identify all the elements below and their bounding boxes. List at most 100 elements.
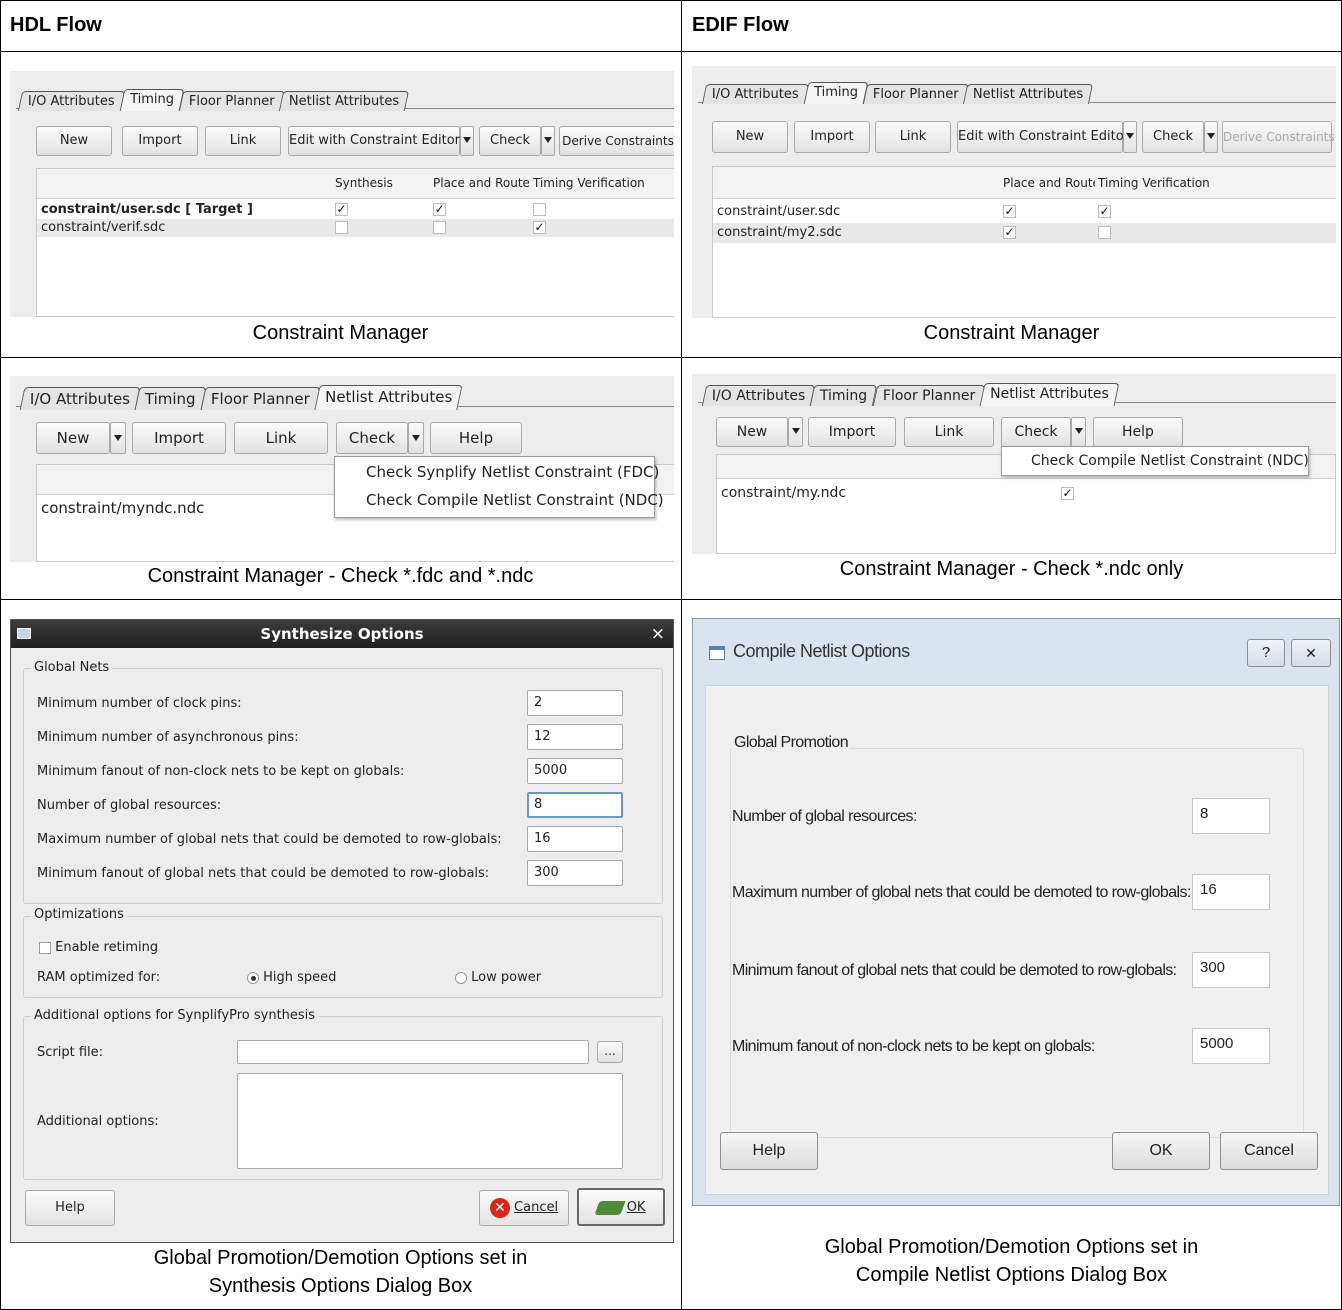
window-icon bbox=[17, 628, 31, 639]
place-route-checkbox[interactable]: ✓ bbox=[1003, 205, 1016, 218]
check-button[interactable]: Check bbox=[336, 422, 408, 454]
enable-retiming-checkbox[interactable]: Enable retiming bbox=[39, 940, 158, 955]
help-icon[interactable]: ? bbox=[1247, 639, 1285, 667]
tab-io-attributes[interactable]: I/O Attributes bbox=[701, 84, 809, 104]
new-button[interactable]: New bbox=[36, 126, 112, 156]
menu-item-check-ndc[interactable]: Check Compile Netlist Constraint (NDC) bbox=[1031, 453, 1309, 469]
check-button[interactable]: Check bbox=[1142, 121, 1204, 153]
edit-dropdown-toggle[interactable] bbox=[460, 126, 474, 156]
place-route-checkbox[interactable] bbox=[433, 221, 446, 234]
derive-constraints-button[interactable]: Derive Constraints bbox=[559, 126, 674, 156]
table-row-file[interactable]: constraint/myndc.ndc bbox=[41, 499, 204, 517]
min-async-pins-input[interactable]: 12 bbox=[527, 724, 623, 750]
additional-options-textarea[interactable] bbox=[237, 1073, 623, 1169]
place-route-checkbox[interactable]: ✓ bbox=[433, 203, 446, 216]
menu-item-check-fdc[interactable]: Check Synplify Netlist Constraint (FDC) bbox=[366, 463, 659, 481]
table-row-file[interactable]: constraint/my2.sdc bbox=[717, 225, 842, 240]
tab-io-attributes[interactable]: I/O Attributes bbox=[701, 385, 816, 406]
min-clock-pins-input[interactable]: 2 bbox=[527, 690, 623, 716]
browse-button[interactable]: ... bbox=[597, 1041, 623, 1063]
num-global-resources-input[interactable]: 8 bbox=[527, 792, 623, 818]
table-row-file[interactable]: constraint/my.ndc bbox=[721, 485, 846, 501]
timing-verif-checkbox[interactable]: ✓ bbox=[533, 221, 546, 234]
min-fanout-nonclock-input[interactable]: 5000 bbox=[527, 758, 623, 784]
cancel-icon: ✕ bbox=[489, 1197, 510, 1218]
import-button[interactable]: Import bbox=[808, 417, 896, 447]
synthesis-checkbox[interactable] bbox=[335, 221, 348, 234]
new-dropdown-toggle[interactable] bbox=[788, 417, 803, 447]
low-power-radio[interactable]: Low power bbox=[455, 970, 541, 985]
timing-verif-checkbox[interactable] bbox=[533, 203, 546, 216]
check-button[interactable]: Check bbox=[1001, 417, 1071, 447]
min-fanout-demoted-input[interactable]: 300 bbox=[1192, 952, 1270, 988]
close-icon[interactable]: × bbox=[651, 620, 665, 648]
timing-verif-checkbox[interactable]: ✓ bbox=[1098, 205, 1111, 218]
optimizations-legend: Optimizations bbox=[31, 907, 127, 922]
min-fanout-demoted-input[interactable]: 300 bbox=[527, 860, 623, 886]
tab-timing[interactable]: Timing bbox=[119, 89, 185, 111]
cancel-button[interactable]: Cancel bbox=[1220, 1132, 1318, 1170]
timing-verif-checkbox[interactable] bbox=[1098, 226, 1111, 239]
tab-netlist-attributes[interactable]: Netlist Attributes bbox=[963, 84, 1094, 104]
new-dropdown-toggle[interactable] bbox=[110, 422, 126, 454]
tab-netlist-attributes[interactable]: Netlist Attributes bbox=[314, 385, 463, 410]
ok-button[interactable]: OK bbox=[577, 1188, 665, 1226]
tab-label: Floor Planner bbox=[188, 94, 275, 109]
link-button[interactable]: Link bbox=[875, 121, 951, 153]
import-button[interactable]: Import bbox=[794, 121, 870, 153]
table-row-file[interactable]: constraint/user.sdc bbox=[717, 204, 840, 219]
tab-label: Floor Planner bbox=[872, 87, 959, 102]
check-dropdown-toggle[interactable] bbox=[541, 126, 555, 156]
ok-button[interactable]: OK bbox=[1112, 1132, 1210, 1170]
edit-constraint-editor-button[interactable]: Edit with Constraint Editor bbox=[288, 126, 460, 156]
edit-dropdown-toggle[interactable] bbox=[1123, 121, 1137, 153]
menu-item-check-ndc[interactable]: Check Compile Netlist Constraint (NDC) bbox=[366, 491, 664, 509]
tab-io-attributes[interactable]: I/O Attributes bbox=[17, 91, 125, 111]
edit-constraint-editor-button[interactable]: Edit with Constraint Editor bbox=[957, 121, 1129, 153]
cancel-button[interactable]: ✕ Cancel bbox=[479, 1190, 569, 1226]
tab-timing[interactable]: Timing bbox=[134, 387, 207, 410]
link-button[interactable]: Link bbox=[205, 126, 281, 156]
tab-io-attributes[interactable]: I/O Attributes bbox=[19, 387, 141, 410]
table-row-file[interactable]: constraint/verif.sdc bbox=[41, 220, 165, 235]
column-place-route: Place and Route bbox=[433, 176, 529, 190]
min-fanout-nonclock-input[interactable]: 5000 bbox=[1192, 1028, 1270, 1064]
synthesis-checkbox[interactable]: ✓ bbox=[335, 203, 348, 216]
tab-timing[interactable]: Timing bbox=[803, 82, 869, 104]
tab-floor-planner[interactable]: Floor Planner bbox=[862, 84, 969, 104]
check-dropdown-toggle[interactable] bbox=[1204, 121, 1218, 153]
check-button[interactable]: Check bbox=[479, 126, 541, 156]
tab-timing[interactable]: Timing bbox=[810, 385, 878, 406]
tab-netlist-attributes[interactable]: Netlist Attributes bbox=[279, 91, 410, 111]
new-button[interactable]: New bbox=[36, 422, 110, 454]
tab-floor-planner[interactable]: Floor Planner bbox=[178, 91, 285, 111]
tab-netlist-attributes[interactable]: Netlist Attributes bbox=[979, 383, 1120, 406]
place-route-checkbox[interactable]: ✓ bbox=[1003, 226, 1016, 239]
tab-floor-planner[interactable]: Floor Planner bbox=[872, 385, 986, 406]
import-button[interactable]: Import bbox=[122, 126, 198, 156]
check-dropdown-toggle[interactable] bbox=[1071, 417, 1086, 447]
table-header: Place and Route Timing Verification bbox=[713, 167, 1336, 199]
new-button[interactable]: New bbox=[716, 417, 788, 447]
help-button[interactable]: Help bbox=[720, 1132, 818, 1170]
check-dropdown-toggle[interactable] bbox=[408, 422, 424, 454]
netlist-edif-screenshot: I/O Attributes Timing Floor Planner Netl… bbox=[692, 374, 1336, 554]
help-button[interactable]: Help bbox=[25, 1190, 115, 1226]
ndc-checkbox[interactable]: ✓ bbox=[1061, 487, 1074, 500]
new-button[interactable]: New bbox=[712, 121, 788, 153]
help-button[interactable]: Help bbox=[430, 422, 522, 454]
help-button[interactable]: Help bbox=[1093, 417, 1183, 447]
link-button[interactable]: Link bbox=[904, 417, 994, 447]
script-file-input[interactable] bbox=[237, 1040, 589, 1064]
num-global-resources-input[interactable]: 8 bbox=[1192, 798, 1270, 834]
max-demoted-nets-input[interactable]: 16 bbox=[1192, 874, 1270, 910]
tab-floor-planner[interactable]: Floor Planner bbox=[200, 387, 321, 410]
max-demoted-nets-input[interactable]: 16 bbox=[527, 826, 623, 852]
table-row-file[interactable]: constraint/user.sdc [ Target ] bbox=[41, 202, 253, 217]
tab-label: Timing bbox=[813, 85, 858, 100]
link-button[interactable]: Link bbox=[234, 422, 328, 454]
derive-constraints-button[interactable]: Derive Constraints bbox=[1222, 121, 1335, 153]
high-speed-radio[interactable]: High speed bbox=[247, 970, 336, 985]
import-button[interactable]: Import bbox=[132, 422, 226, 454]
close-icon[interactable]: ✕ bbox=[1291, 639, 1331, 667]
